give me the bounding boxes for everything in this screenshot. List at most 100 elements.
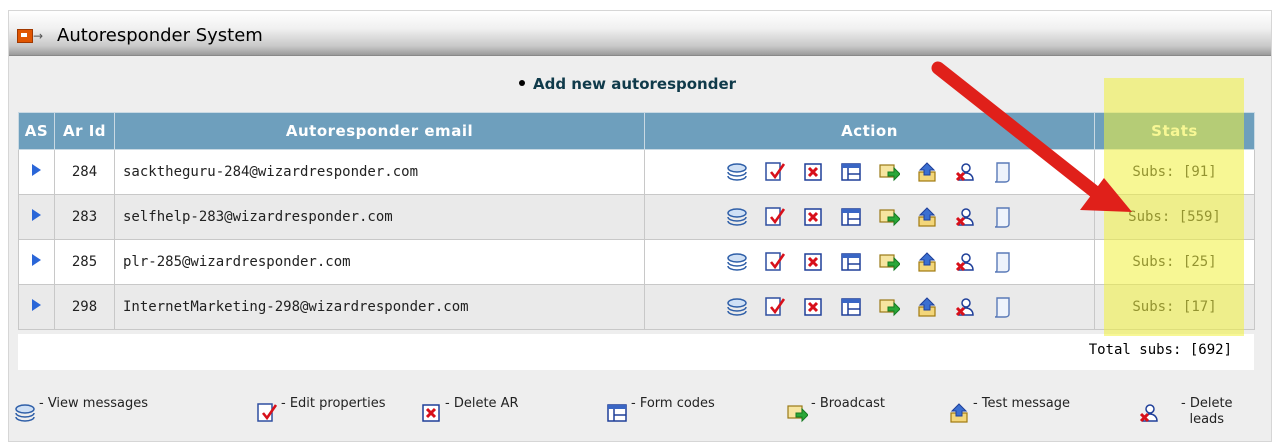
stats-cell[interactable]: Subs: [25] xyxy=(1094,239,1255,285)
edit-properties-icon[interactable] xyxy=(764,206,786,228)
view-messages-icon[interactable] xyxy=(726,251,748,273)
view-messages-icon[interactable] xyxy=(726,296,748,318)
col-header-ar-id: Ar Id xyxy=(54,112,115,150)
col-header-stats: Stats xyxy=(1094,112,1255,150)
test-message-icon[interactable] xyxy=(916,296,938,318)
delete-leads-icon[interactable] xyxy=(954,251,976,273)
col-header-as: AS xyxy=(18,112,55,150)
delete-leads-icon[interactable] xyxy=(954,206,976,228)
ar-id-cell: 285 xyxy=(54,239,115,285)
legend-edit-properties-label: - Edit properties xyxy=(281,396,386,411)
legend-test-message-label: - Test message xyxy=(973,396,1070,411)
legend-delete-leads-line2: leads xyxy=(1189,412,1225,427)
table-row: 284 sacktheguru-284@wizardresponder.com Su… xyxy=(18,149,1255,195)
edit-properties-icon[interactable] xyxy=(764,251,786,273)
legend-delete-ar: - Delete AR xyxy=(420,396,519,424)
legend-edit-properties: - Edit properties xyxy=(256,396,385,424)
icon-legend: - View messages - Edit properties - Dele… xyxy=(8,388,1270,440)
broadcast-icon[interactable] xyxy=(878,206,901,228)
email-cell: InternetMarketing-298@wizardresponder.co… xyxy=(114,284,645,330)
stats-cell[interactable]: Subs: [91] xyxy=(1094,149,1255,195)
legend-broadcast-label: - Broadcast xyxy=(811,396,885,411)
play-icon[interactable] xyxy=(32,164,41,176)
stats-sheet-icon[interactable] xyxy=(992,251,1014,273)
total-subs-row: Total subs: [692] xyxy=(18,334,1254,370)
legend-form-codes-label: - Form codes xyxy=(631,396,715,411)
play-icon[interactable] xyxy=(32,254,41,266)
test-message-icon[interactable] xyxy=(916,206,938,228)
broadcast-icon[interactable] xyxy=(878,251,901,273)
edit-properties-icon[interactable] xyxy=(764,161,786,183)
delete-ar-icon[interactable] xyxy=(802,296,824,318)
stats-sheet-icon[interactable] xyxy=(992,296,1014,318)
email-cell: sacktheguru-284@wizardresponder.com xyxy=(114,149,645,195)
delete-ar-icon[interactable] xyxy=(802,206,824,228)
test-message-icon xyxy=(948,402,970,424)
table-row: 298 InternetMarketing-298@wizardresponder… xyxy=(18,284,1255,330)
action-cell xyxy=(644,149,1095,195)
legend-view-messages-label: - View messages xyxy=(39,396,149,411)
exit-icon xyxy=(17,29,33,43)
delete-ar-icon[interactable] xyxy=(802,161,824,183)
stats-cell[interactable]: Subs: [559] xyxy=(1094,194,1255,240)
legend-delete-ar-label: - Delete AR xyxy=(445,396,519,411)
row-play-cell xyxy=(18,149,55,195)
play-icon[interactable] xyxy=(32,209,41,221)
table-header-row: AS Ar Id Autoresponder email Action Stat… xyxy=(18,112,1255,150)
row-play-cell xyxy=(18,194,55,240)
row-play-cell xyxy=(18,239,55,285)
col-header-action: Action xyxy=(644,112,1095,150)
legend-form-codes: - Form codes xyxy=(606,396,715,424)
table-row: 285 plr-285@wizardresponder.com Subs: [25] xyxy=(18,239,1255,285)
delete-leads-icon[interactable] xyxy=(954,161,976,183)
title-bar: → Autoresponder System xyxy=(9,11,1271,56)
delete-leads-icon[interactable] xyxy=(954,296,976,318)
add-autoresponder-label: Add new autoresponder xyxy=(533,75,737,93)
bullet-icon xyxy=(519,79,525,86)
email-cell: selfhelp-283@wizardresponder.com xyxy=(114,194,645,240)
ar-id-cell: 298 xyxy=(54,284,115,330)
form-codes-icon[interactable] xyxy=(840,251,862,273)
test-message-icon[interactable] xyxy=(916,161,938,183)
play-icon[interactable] xyxy=(32,299,41,311)
view-messages-icon xyxy=(14,402,36,424)
page-title: Autoresponder System xyxy=(57,25,263,46)
total-subs: Total subs: [692] xyxy=(1088,342,1232,358)
form-codes-icon[interactable] xyxy=(840,206,862,228)
action-cell xyxy=(644,284,1095,330)
legend-delete-leads: - Delete leads xyxy=(1138,396,1233,428)
delete-ar-icon[interactable] xyxy=(802,251,824,273)
table-row: 283 selfhelp-283@wizardresponder.com Subs:… xyxy=(18,194,1255,240)
broadcast-icon[interactable] xyxy=(878,161,901,183)
stats-sheet-icon[interactable] xyxy=(992,161,1014,183)
autoresponder-table: AS Ar Id Autoresponder email Action Stat… xyxy=(18,112,1255,330)
view-messages-icon[interactable] xyxy=(726,206,748,228)
action-cell xyxy=(644,239,1095,285)
delete-leads-icon xyxy=(1138,402,1160,424)
form-codes-icon[interactable] xyxy=(840,296,862,318)
broadcast-icon xyxy=(786,402,809,424)
test-message-icon[interactable] xyxy=(916,251,938,273)
form-codes-icon[interactable] xyxy=(840,161,862,183)
edit-properties-icon[interactable] xyxy=(764,296,786,318)
ar-id-cell: 284 xyxy=(54,149,115,195)
row-play-cell xyxy=(18,284,55,330)
delete-ar-icon xyxy=(420,402,442,424)
view-messages-icon[interactable] xyxy=(726,161,748,183)
legend-test-message: - Test message xyxy=(948,396,1070,424)
form-codes-icon xyxy=(606,402,628,424)
legend-view-messages: - View messages xyxy=(14,396,148,424)
arrow-icon: → xyxy=(33,29,44,43)
legend-broadcast: - Broadcast xyxy=(786,396,885,424)
stats-cell[interactable]: Subs: [17] xyxy=(1094,284,1255,330)
email-cell: plr-285@wizardresponder.com xyxy=(114,239,645,285)
col-header-email: Autoresponder email xyxy=(114,112,645,150)
action-cell xyxy=(644,194,1095,240)
broadcast-icon[interactable] xyxy=(878,296,901,318)
ar-id-cell: 283 xyxy=(54,194,115,240)
legend-delete-leads-label: - Delete leads xyxy=(1181,396,1233,428)
stats-sheet-icon[interactable] xyxy=(992,206,1014,228)
edit-properties-icon xyxy=(256,402,278,424)
add-autoresponder-link[interactable]: Add new autoresponder xyxy=(519,75,736,93)
legend-delete-leads-line1: - Delete xyxy=(1181,396,1233,411)
